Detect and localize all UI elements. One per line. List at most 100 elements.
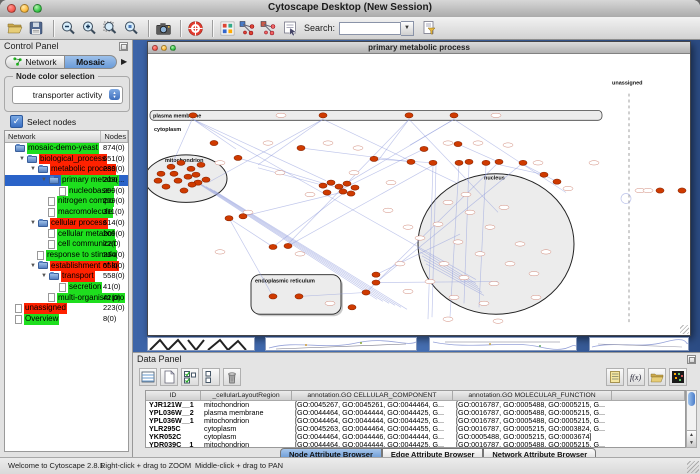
tree-column-nodes[interactable]: Nodes xyxy=(101,131,128,142)
table-cell[interactable]: YLR295C xyxy=(146,425,201,433)
background-window-fragment[interactable] xyxy=(589,337,689,351)
dropdown-stepper-icon[interactable]: ▲▼ xyxy=(109,89,120,100)
network-node[interactable] xyxy=(656,188,664,193)
expander-icon[interactable]: ▼ xyxy=(30,261,38,272)
tree-row[interactable]: nucleobase-209(0) xyxy=(5,186,128,197)
table-column-header[interactable]: _cellularLayoutRegion xyxy=(201,391,292,401)
table-row[interactable]: YPL036W__1mitochondrion[GO:0044464, GO:0… xyxy=(146,417,685,425)
open-icon[interactable] xyxy=(6,19,24,37)
table-cell[interactable]: cytoplasm xyxy=(201,425,292,433)
network-edge[interactable] xyxy=(500,165,544,175)
network-node[interactable] xyxy=(482,160,490,165)
network-node[interactable] xyxy=(370,156,378,161)
network-node[interactable] xyxy=(192,172,200,177)
tab-overflow-arrow[interactable]: ▶ xyxy=(121,57,127,66)
tree-row[interactable]: nitrogen compo209(0) xyxy=(5,196,128,207)
network-node[interactable] xyxy=(465,159,473,164)
network-node[interactable] xyxy=(269,244,277,249)
network-edge[interactable] xyxy=(458,144,498,162)
network-node[interactable] xyxy=(187,166,195,171)
tree-row[interactable]: unassigned223(0) xyxy=(5,303,128,314)
network-node[interactable] xyxy=(167,164,175,169)
network-node[interactable] xyxy=(519,160,527,165)
table-cell[interactable]: mitochondrion xyxy=(201,417,292,425)
select-nodes-checkbox[interactable]: ✓ xyxy=(10,115,23,128)
network-edge[interactable] xyxy=(208,119,323,182)
network-edge[interactable] xyxy=(193,119,476,279)
network-node[interactable] xyxy=(347,191,355,196)
network-node[interactable] xyxy=(174,178,182,183)
scrollbar-arrows[interactable]: ▲▼ xyxy=(687,430,696,447)
window-titlebar[interactable]: Cytoscape Desktop (New Session) xyxy=(0,0,700,18)
network-node[interactable] xyxy=(162,184,170,189)
network-self-loop-edge[interactable] xyxy=(621,194,631,204)
network-node[interactable] xyxy=(177,160,185,165)
network-node[interactable] xyxy=(319,183,327,188)
tree-row[interactable]: Overview8(0) xyxy=(5,314,128,325)
unselect-all-attributes-icon[interactable] xyxy=(202,368,220,386)
tree-row[interactable]: ▼metabolic process280(0) xyxy=(5,164,128,175)
table-cell[interactable]: [GO:0016787, GO:0005488, GO:0005215, G..… xyxy=(453,409,612,417)
network-node[interactable] xyxy=(553,179,561,184)
table-cell[interactable]: [GO:0016787, GO:0005215, GO:0003824, G..… xyxy=(453,425,612,433)
network-edge[interactable] xyxy=(323,119,456,182)
expander-icon[interactable]: ▼ xyxy=(30,218,38,229)
network-node[interactable] xyxy=(295,294,303,299)
scrollbar-thumb[interactable] xyxy=(688,392,695,406)
network-node[interactable] xyxy=(210,140,218,145)
attribute-matrix-icon[interactable] xyxy=(669,368,687,386)
table-cell[interactable]: [GO:0044464, GO:0044446, GO:0044444, G..… xyxy=(292,433,453,441)
table-cell[interactable]: YKR052C xyxy=(146,433,201,441)
tree-row[interactable]: secretion41(0) xyxy=(5,282,128,293)
table-cell[interactable]: [GO:0005488, GO:0005215, GO:0003674] xyxy=(453,433,612,441)
network-node[interactable] xyxy=(362,290,370,295)
network-node[interactable] xyxy=(323,190,331,195)
tab-mosaic[interactable]: Mosaic xyxy=(65,55,117,69)
network-node[interactable] xyxy=(188,182,196,187)
search-dropdown-button[interactable]: ▼ xyxy=(401,21,414,36)
network-node[interactable] xyxy=(154,178,162,183)
network-node[interactable] xyxy=(540,172,548,177)
tree-row[interactable]: mosaic-demo-yeast874(0) xyxy=(5,143,128,154)
search-input[interactable] xyxy=(339,22,401,35)
attribute-table[interactable]: ID_cellularLayoutRegionannotation.GO CEL… xyxy=(145,390,686,448)
network-node[interactable] xyxy=(284,243,292,248)
help-icon[interactable] xyxy=(186,19,204,37)
expander-icon[interactable]: ▼ xyxy=(41,175,49,186)
tree-column-network[interactable]: Network xyxy=(5,131,101,142)
network-node[interactable] xyxy=(319,113,327,118)
import-attributes-icon[interactable] xyxy=(648,368,666,386)
delete-attribute-icon[interactable] xyxy=(223,368,241,386)
network-node[interactable] xyxy=(189,113,197,118)
function-builder-icon[interactable]: f(x) xyxy=(627,368,645,386)
network-node[interactable] xyxy=(372,280,380,285)
background-windows[interactable] xyxy=(147,337,691,352)
network-node[interactable] xyxy=(180,188,188,193)
network-node[interactable] xyxy=(495,159,503,164)
table-cell[interactable]: [GO:0044464, GO:0044444, GO:0044425, G..… xyxy=(292,417,453,425)
network-node[interactable] xyxy=(339,189,347,194)
tree-row[interactable]: ▼cellular process614(0) xyxy=(5,218,128,229)
select-all-attributes-icon[interactable] xyxy=(181,368,199,386)
table-cell[interactable]: [GO:0045267, GO:0045261, GO:0044464, G..… xyxy=(292,401,453,409)
zoom-selected-icon[interactable] xyxy=(122,19,140,37)
network-node[interactable] xyxy=(407,159,415,164)
network-node[interactable] xyxy=(351,185,359,190)
network-node[interactable] xyxy=(157,171,165,176)
network-canvas[interactable]: plasma membranecytoplasmmitochondrionnuc… xyxy=(148,54,690,335)
zoom-fit-icon[interactable] xyxy=(101,19,119,37)
network-edge[interactable] xyxy=(288,166,432,246)
expander-icon[interactable]: ▼ xyxy=(30,164,38,175)
tree-row[interactable]: cell communicat22(0) xyxy=(5,239,128,250)
network-node[interactable] xyxy=(454,141,462,146)
network-node[interactable] xyxy=(405,113,413,118)
zoom-out-icon[interactable] xyxy=(59,19,77,37)
node-color-dropdown[interactable]: transporter activity ▲▼ xyxy=(12,86,123,104)
float-panel-icon[interactable] xyxy=(119,42,128,51)
network-node[interactable] xyxy=(372,272,380,277)
network-node[interactable] xyxy=(348,305,356,310)
window-resize-grip-icon[interactable] xyxy=(687,461,699,473)
tree-row[interactable]: ▼primary metabo209(... xyxy=(5,175,128,186)
network-node[interactable] xyxy=(225,216,233,221)
advanced-search-icon[interactable] xyxy=(420,19,438,37)
